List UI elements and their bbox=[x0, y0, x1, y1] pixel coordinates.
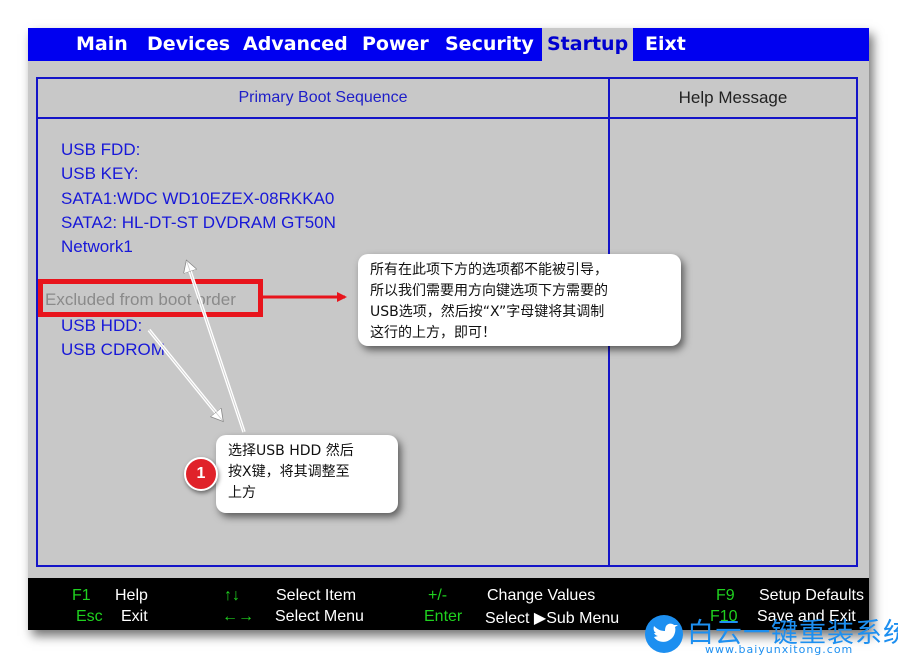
callout-bottom-line-1: 选择USB HDD 然后 bbox=[228, 443, 354, 459]
callout-step-note: 选择USB HDD 然后 按X键，将其调整至 上方 bbox=[216, 435, 398, 513]
callout-bottom-line-2: 按X键，将其调整至 bbox=[228, 464, 350, 480]
step-number-badge: 1 bbox=[184, 457, 218, 491]
watermark: 白云一键重装系统 www.baiyunxitong.com bbox=[645, 613, 898, 658]
callout-excluded-note: 所有在此项下方的选项都不能被引导， 所以我们需要用方向键选项下方需要的 USB选… bbox=[358, 254, 681, 346]
callout-bottom-line-3: 上方 bbox=[228, 485, 256, 501]
callout-top-line-1: 所有在此项下方的选项都不能被引导， bbox=[370, 262, 608, 278]
watermark-url: www.baiyunxitong.com bbox=[705, 643, 854, 656]
callout-top-line-4: 这行的上方，即可！ bbox=[370, 325, 496, 341]
callout-top-line-3: USB选项，然后按“X”字母键将其调制 bbox=[370, 304, 605, 320]
bird-logo-icon bbox=[645, 615, 683, 653]
callout-top-line-2: 所以我们需要用方向键选项下方需要的 bbox=[370, 283, 608, 299]
